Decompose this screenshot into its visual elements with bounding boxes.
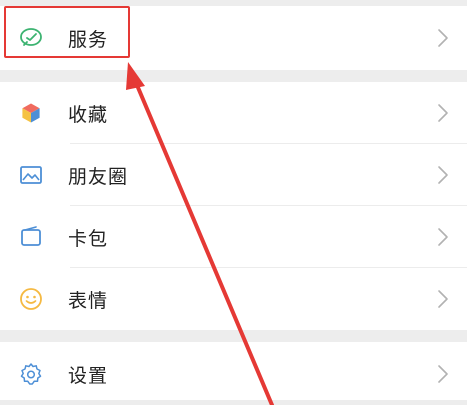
- menu-item-label: 卡包: [68, 227, 109, 250]
- menu-item-label: 设置: [68, 364, 109, 387]
- chevron-right-icon: [438, 166, 448, 184]
- section-spacer: [0, 330, 467, 342]
- menu-item-label: 服务: [68, 28, 109, 51]
- wechat-pay-icon: [18, 25, 44, 51]
- menu-item-label: 表情: [68, 289, 109, 312]
- chevron-right-icon: [438, 104, 448, 122]
- main-group: 收藏 朋友圈 卡包 表情: [0, 82, 467, 330]
- section-spacer: [0, 70, 467, 82]
- gear-icon: [18, 361, 44, 387]
- chevron-right-icon: [438, 228, 448, 246]
- menu-item-favorites[interactable]: 收藏: [0, 82, 467, 144]
- favorites-cube-icon: [18, 100, 44, 126]
- menu-item-card-wallet[interactable]: 卡包: [0, 206, 467, 268]
- menu-item-label: 收藏: [68, 103, 109, 126]
- chevron-right-icon: [438, 290, 448, 308]
- menu-item-label: 朋友圈: [68, 165, 129, 188]
- bottom-spacer: [0, 400, 467, 405]
- emoji-smile-icon: [18, 286, 44, 312]
- card-wallet-icon: [18, 224, 44, 250]
- menu-item-moments[interactable]: 朋友圈: [0, 144, 467, 206]
- chevron-right-icon: [438, 29, 448, 47]
- menu-item-settings[interactable]: 设置: [0, 342, 467, 406]
- menu-item-stickers[interactable]: 表情: [0, 268, 467, 330]
- service-group: 服务: [0, 6, 467, 70]
- moments-photo-icon: [18, 162, 44, 188]
- settings-group: 设置: [0, 342, 467, 406]
- menu-item-service[interactable]: 服务: [0, 6, 467, 70]
- chevron-right-icon: [438, 365, 448, 383]
